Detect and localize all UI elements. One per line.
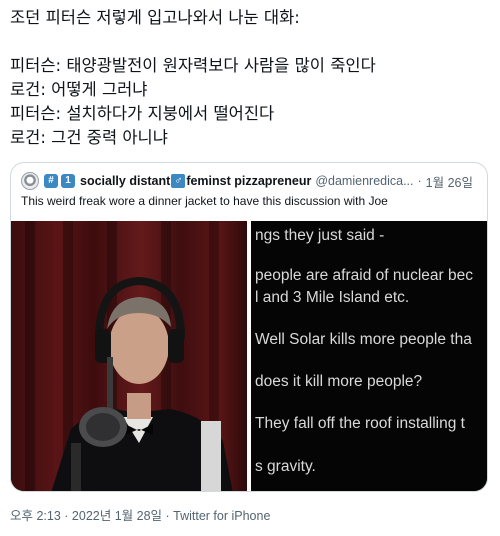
tweet-date[interactable]: 1월 26일 (426, 172, 473, 191)
post-line: 피터슨: 설치하다가 지붕에서 떨어진다 (10, 104, 275, 123)
man-with-headphones-illustration (51, 276, 233, 491)
display-name-rest[interactable]: feminst pizzapreneur (186, 174, 311, 188)
quoted-tweet-media[interactable]: ngs they just said - people are afraid o… (11, 221, 487, 491)
male-sign-icon: ♂ (171, 174, 186, 188)
hash-keycap-icon: # (44, 174, 58, 188)
avatar[interactable] (21, 172, 39, 190)
subtitle-video-frame[interactable]: ngs they just said - people are afraid o… (251, 221, 487, 491)
separator-dot: · (417, 174, 422, 188)
podcast-photo[interactable] (11, 221, 247, 491)
subtitle-line: ngs they just said - (255, 227, 385, 244)
quoted-tweet-header: # 1 socially distant ♂ feminst pizzapren… (21, 171, 473, 191)
subtitle-line: s gravity. (255, 458, 316, 475)
tweet-timestamp[interactable]: 오후 2:13 · 2022년 1월 28일 · Twitter for iPh… (10, 505, 270, 524)
quoted-tweet-card[interactable]: # 1 socially distant ♂ feminst pizzapren… (10, 162, 488, 492)
post-line: 피터슨: 태양광발전이 원자력보다 사람을 많이 죽인다 (10, 56, 376, 75)
post-line: 로건: 어떻게 그러냐 (10, 80, 148, 99)
user-handle[interactable]: @damienredica... (315, 174, 413, 188)
one-keycap-icon: 1 (61, 174, 75, 188)
subtitle-line: l and 3 Mile Island etc. (255, 289, 410, 306)
subtitle-line: does it kill more people? (255, 373, 423, 390)
post-text: 조던 피터슨 저렇게 입고나와서 나눈 대화: 피터슨: 태양광발전이 원자력보… (10, 6, 496, 150)
display-name[interactable]: socially distant (80, 174, 170, 188)
quoted-tweet-text: This weird freak wore a dinner jacket to… (21, 194, 388, 208)
post-line: 로건: 그건 중력 아니냐 (10, 128, 168, 147)
subtitle-line: They fall off the roof installing t (255, 415, 465, 432)
subtitle-line: people are afraid of nuclear bec (255, 267, 474, 284)
post-line: 조던 피터슨 저렇게 입고나와서 나눈 대화: (10, 8, 300, 27)
subtitle-line: Well Solar kills more people tha (255, 331, 472, 348)
